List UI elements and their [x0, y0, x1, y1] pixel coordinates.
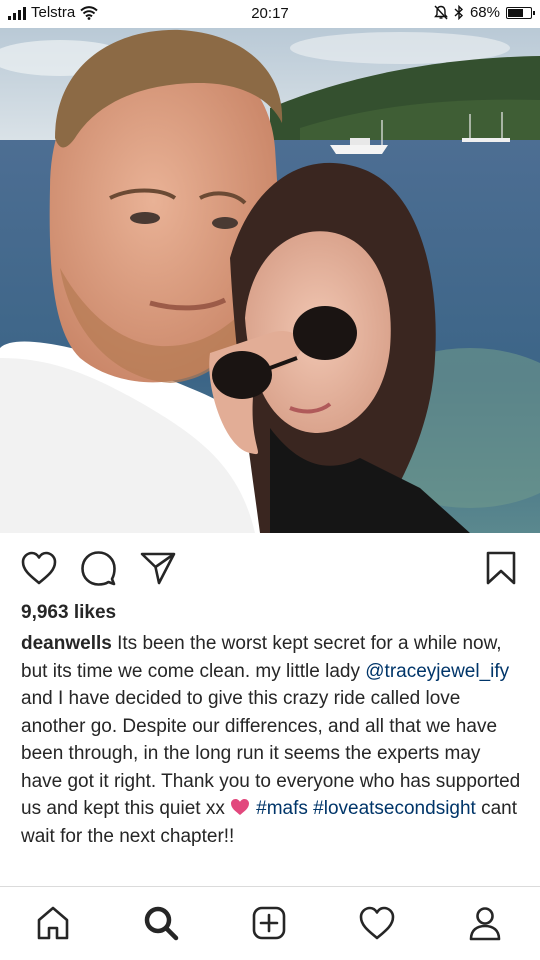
- status-right: 68%: [434, 4, 535, 21]
- wifi-icon: [80, 5, 98, 20]
- status-bar: Telstra 20:17 68%: [0, 0, 540, 28]
- caption-hashtag-loveatsecondsight[interactable]: #loveatsecondsight: [313, 798, 476, 819]
- nav-search[interactable]: [141, 903, 181, 943]
- post-caption: deanwells Its been the worst kept secret…: [21, 630, 526, 850]
- nav-activity[interactable]: [357, 903, 397, 943]
- like-button[interactable]: [19, 548, 59, 588]
- carrier-name: Telstra: [31, 4, 76, 21]
- caption-hashtag-mafs[interactable]: #mafs: [256, 798, 308, 819]
- bookmark-icon: [486, 551, 516, 585]
- post-actions: [0, 540, 540, 596]
- nav-profile[interactable]: [465, 903, 505, 943]
- comment-button[interactable]: [78, 548, 118, 588]
- heart-icon: [21, 551, 57, 585]
- home-icon: [37, 906, 69, 940]
- caption-username[interactable]: deanwells: [21, 633, 112, 654]
- pink-heart-emoji-icon: [231, 799, 250, 815]
- share-icon: [140, 552, 176, 585]
- nav-new-post[interactable]: [249, 903, 289, 943]
- post-photo-image: [0, 28, 540, 533]
- comment-icon: [81, 551, 116, 586]
- save-button[interactable]: [481, 548, 521, 588]
- share-button[interactable]: [138, 548, 178, 588]
- activity-heart-icon: [359, 906, 395, 940]
- battery-percent: 68%: [469, 4, 500, 21]
- search-icon: [144, 906, 179, 941]
- likes-count[interactable]: 9,963 likes: [21, 602, 116, 624]
- status-left: Telstra: [8, 4, 98, 21]
- battery-icon: [506, 6, 535, 19]
- bluetooth-icon: [454, 5, 463, 20]
- alarm-off-icon: [434, 5, 448, 20]
- profile-icon: [469, 907, 501, 941]
- post-photo[interactable]: [0, 28, 540, 533]
- nav-home[interactable]: [33, 903, 73, 943]
- new-post-icon: [252, 906, 286, 940]
- signal-icon: [8, 6, 26, 20]
- caption-mention[interactable]: @traceyjewel_ify: [365, 661, 509, 682]
- bottom-nav: [0, 886, 540, 960]
